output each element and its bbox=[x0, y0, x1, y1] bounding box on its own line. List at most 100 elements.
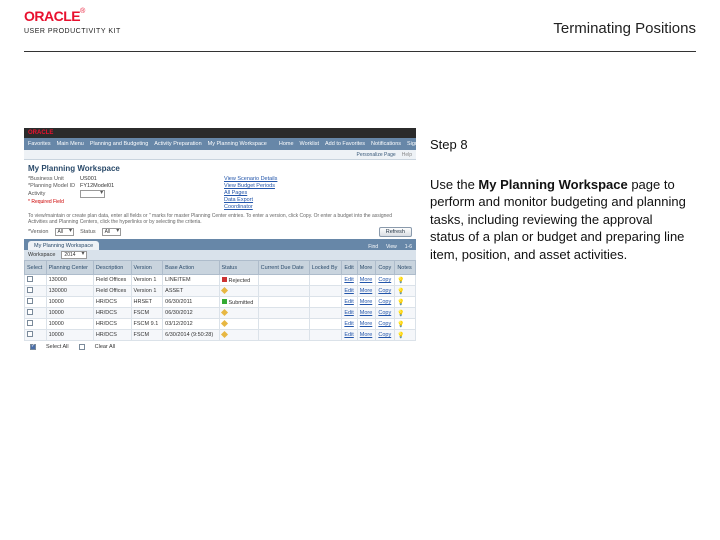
app-oracle-logo: ORACLE bbox=[28, 130, 53, 136]
nav-link-notifications[interactable]: Notifications bbox=[371, 141, 401, 147]
registered-mark: ® bbox=[80, 8, 85, 15]
doc-header: ORACLE® USER PRODUCTIVITY KIT Terminatin… bbox=[24, 8, 696, 52]
breadcrumb[interactable]: Favorites bbox=[28, 141, 51, 147]
breadcrumb[interactable]: Planning and Budgeting bbox=[90, 141, 148, 147]
help-link[interactable]: Help bbox=[402, 152, 412, 158]
personalize-link[interactable]: Personalize Page bbox=[357, 152, 396, 158]
doc-title: Terminating Positions bbox=[553, 20, 696, 37]
status-icon bbox=[220, 319, 227, 326]
copy-link[interactable]: Copy bbox=[378, 332, 391, 338]
step-panel: Step 8 Use the My Planning Workspace pag… bbox=[430, 136, 690, 263]
table-row: 130000Field OfficesVersion 1LINEITEMReje… bbox=[25, 275, 416, 286]
column-header: Edit bbox=[342, 261, 357, 275]
model-label: *Planning Model ID bbox=[28, 183, 76, 189]
status-icon bbox=[220, 330, 227, 337]
column-header: Current Due Date bbox=[258, 261, 309, 275]
more-link[interactable]: More bbox=[360, 299, 373, 305]
link-export[interactable]: Data Export bbox=[224, 197, 412, 203]
more-link[interactable]: More bbox=[360, 332, 373, 338]
table-row: 10000HR/DCSFSCM06/30/2012EditMoreCopy bbox=[25, 308, 416, 319]
notes-icon[interactable] bbox=[397, 333, 404, 339]
version-label: *Version bbox=[28, 229, 49, 235]
status-icon bbox=[220, 308, 227, 315]
breadcrumb[interactable]: Activity Preparation bbox=[154, 141, 201, 147]
mid-toolbar: *Version All Status All Refresh bbox=[24, 225, 416, 239]
status-icon bbox=[222, 299, 227, 304]
copy-link[interactable]: Copy bbox=[378, 321, 391, 327]
link-scenario[interactable]: View Scenario Details bbox=[224, 176, 412, 182]
step-label: Step 8 bbox=[430, 136, 690, 154]
row-checkbox[interactable] bbox=[27, 287, 33, 293]
required-note: * Required Field bbox=[28, 199, 216, 205]
column-header: Base Action bbox=[163, 261, 219, 275]
table-row: 10000HR/DCSFSCM6/30/2014 (9:50:28)EditMo… bbox=[25, 330, 416, 341]
more-link[interactable]: More bbox=[360, 321, 373, 327]
notes-icon[interactable] bbox=[397, 311, 404, 317]
status-select[interactable]: All bbox=[102, 228, 122, 236]
nav-link-home[interactable]: Home bbox=[279, 141, 294, 147]
workspace-grid: SelectPlanning CenterDescriptionVersionB… bbox=[24, 260, 416, 341]
column-header: Select bbox=[25, 261, 47, 275]
page-hint: To view/maintain or create plan data, en… bbox=[24, 213, 416, 225]
column-header: Status bbox=[219, 261, 258, 275]
step-body-prefix: Use the bbox=[430, 177, 478, 192]
copy-link[interactable]: Copy bbox=[378, 288, 391, 294]
grid-tool-find[interactable]: Find bbox=[364, 244, 382, 250]
more-link[interactable]: More bbox=[360, 310, 373, 316]
nav-link-signout[interactable]: Sign out bbox=[407, 141, 427, 147]
model-value: FY12Model01 bbox=[80, 183, 216, 189]
subtab-label: Workspace bbox=[28, 252, 55, 258]
tabs-bar: My Planning Workspace Find View 1-6 bbox=[24, 239, 416, 250]
notes-icon[interactable] bbox=[397, 289, 404, 295]
activity-select[interactable] bbox=[80, 190, 105, 198]
app-topbar: ORACLE bbox=[24, 128, 416, 138]
step-body: Use the My Planning Workspace page to pe… bbox=[430, 176, 690, 264]
edit-link[interactable]: Edit bbox=[344, 321, 353, 327]
app-screenshot: ORACLE Favorites Main Menu Planning and … bbox=[24, 128, 416, 353]
notes-icon[interactable] bbox=[397, 322, 404, 328]
link-periods[interactable]: View Budget Periods bbox=[224, 183, 412, 189]
bu-label: *Business Unit bbox=[28, 176, 76, 182]
copy-link[interactable]: Copy bbox=[378, 299, 391, 305]
asof-select[interactable]: 2014 bbox=[61, 251, 86, 259]
column-header: Notes bbox=[395, 261, 416, 275]
row-checkbox[interactable] bbox=[27, 320, 33, 326]
link-allpages[interactable]: All Pages bbox=[224, 190, 412, 196]
more-link[interactable]: More bbox=[360, 277, 373, 283]
notes-icon[interactable] bbox=[397, 278, 404, 284]
app-breadcrumb-bar: Favorites Main Menu Planning and Budgeti… bbox=[24, 138, 416, 150]
edit-link[interactable]: Edit bbox=[344, 288, 353, 294]
edit-link[interactable]: Edit bbox=[344, 277, 353, 283]
row-checkbox[interactable] bbox=[27, 309, 33, 315]
breadcrumb[interactable]: My Planning Workspace bbox=[208, 141, 267, 147]
subtab-row: Workspace 2014 bbox=[24, 250, 416, 260]
form-area: *Business UnitUS001 *Planning Model IDFY… bbox=[24, 175, 416, 213]
copy-link[interactable]: Copy bbox=[378, 310, 391, 316]
grid-tool-view[interactable]: View bbox=[382, 244, 401, 250]
nav-link-worklist[interactable]: Worklist bbox=[300, 141, 319, 147]
more-link[interactable]: More bbox=[360, 288, 373, 294]
status-icon bbox=[220, 286, 227, 293]
version-select[interactable]: All bbox=[55, 228, 75, 236]
copy-link[interactable]: Copy bbox=[378, 277, 391, 283]
row-checkbox[interactable] bbox=[27, 331, 33, 337]
row-checkbox[interactable] bbox=[27, 276, 33, 282]
clear-all-checkbox[interactable] bbox=[79, 344, 85, 350]
column-header: Locked By bbox=[309, 261, 342, 275]
row-checkbox[interactable] bbox=[27, 298, 33, 304]
link-coordinator[interactable]: Coordinator bbox=[224, 204, 412, 210]
notes-icon[interactable] bbox=[397, 300, 404, 306]
refresh-button[interactable]: Refresh bbox=[379, 227, 412, 237]
table-row: 130000Field OfficesVersion 1ASSETEditMor… bbox=[25, 286, 416, 297]
select-all-checkbox[interactable] bbox=[30, 344, 36, 350]
app-subnav: Personalize Page Help bbox=[24, 150, 416, 160]
tab-workspace[interactable]: My Planning Workspace bbox=[28, 241, 99, 250]
column-header: Copy bbox=[376, 261, 395, 275]
column-header: More bbox=[357, 261, 376, 275]
edit-link[interactable]: Edit bbox=[344, 299, 353, 305]
breadcrumb[interactable]: Main Menu bbox=[57, 141, 84, 147]
edit-link[interactable]: Edit bbox=[344, 310, 353, 316]
edit-link[interactable]: Edit bbox=[344, 332, 353, 338]
nav-link-favorites[interactable]: Add to Favorites bbox=[325, 141, 365, 147]
activity-label: Activity bbox=[28, 191, 76, 197]
